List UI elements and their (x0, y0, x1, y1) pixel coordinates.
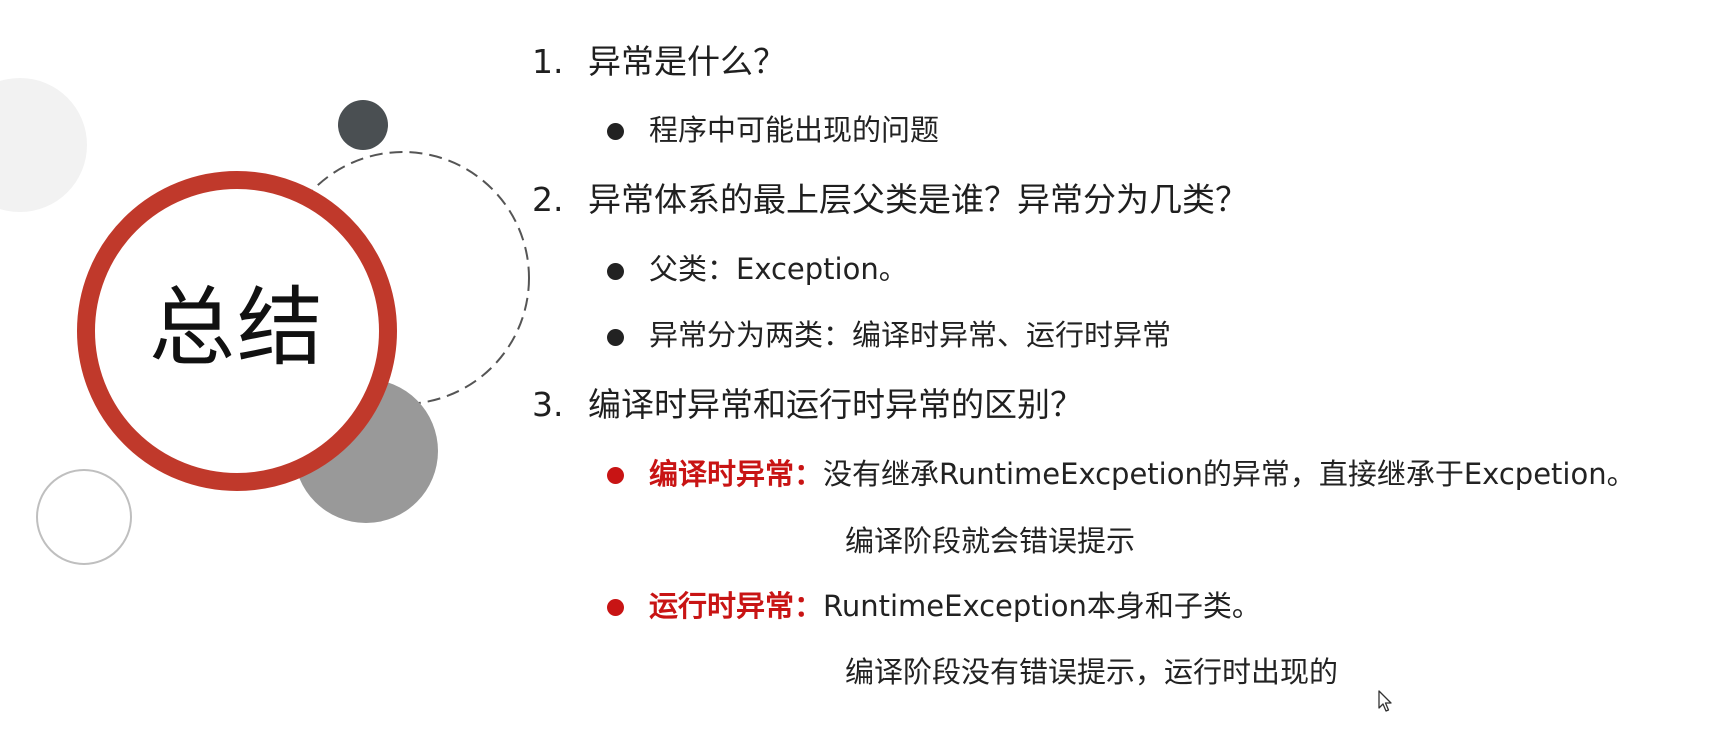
section-2-heading: 2. 异常体系的最上层父类是谁？异常分为几类？ (532, 178, 1248, 222)
light-gray-circle (0, 78, 87, 212)
runtime-text: RuntimeException本身和子类。 (823, 589, 1261, 623)
section-3-title: 编译时异常和运行时异常的区别？ (588, 385, 1083, 424)
section-1-heading: 1. 异常是什么？ (532, 40, 786, 84)
section-2-title: 异常体系的最上层父类是谁？异常分为几类？ (588, 180, 1248, 219)
bullet-dot-red (607, 467, 624, 484)
section-1-bullet-1: 程序中可能出现的问题 (649, 113, 940, 147)
slide-title: 总结 (149, 278, 325, 378)
dark-small-circle (338, 100, 388, 150)
runtime-label: 运行时异常： (649, 589, 824, 623)
bullet-dot (607, 263, 624, 280)
section-3-number: 3. (532, 385, 564, 424)
section-2-number: 2. (532, 180, 564, 219)
section-1-number: 1. (532, 42, 564, 81)
slide: 总结 1. 异常是什么？ 程序中可能出现的问题 2. 异常体系的最上层父类是谁？异常… (0, 0, 1726, 749)
section-2-bullet-1: 父类：Exception。 (649, 252, 908, 286)
bullet-dot-red (607, 599, 624, 616)
section-2-bullet-2: 异常分为两类：编译时异常、运行时异常 (649, 318, 1172, 352)
mouse-pointer-icon (1378, 690, 1392, 712)
section-1-title: 异常是什么？ (588, 42, 786, 81)
section-3-bullet-1: 编译时异常：没有继承RuntimeExcpetion的异常，直接继承于Excpe… (649, 454, 1636, 494)
compile-time-text: 没有继承RuntimeExcpetion的异常，直接继承于Excpetion。 (823, 457, 1636, 491)
section-3-bullet-2: 运行时异常：RuntimeException本身和子类。 (649, 586, 1261, 626)
outline-circle (36, 469, 132, 565)
bullet-dot (607, 329, 624, 346)
runtime-subtext: 编译阶段没有错误提示，运行时出现的 (845, 655, 1339, 689)
bullet-dot (607, 123, 624, 140)
compile-time-label: 编译时异常： (649, 457, 824, 491)
compile-time-subtext: 编译阶段就会错误提示 (845, 524, 1136, 558)
section-3-heading: 3. 编译时异常和运行时异常的区别？ (532, 383, 1083, 427)
